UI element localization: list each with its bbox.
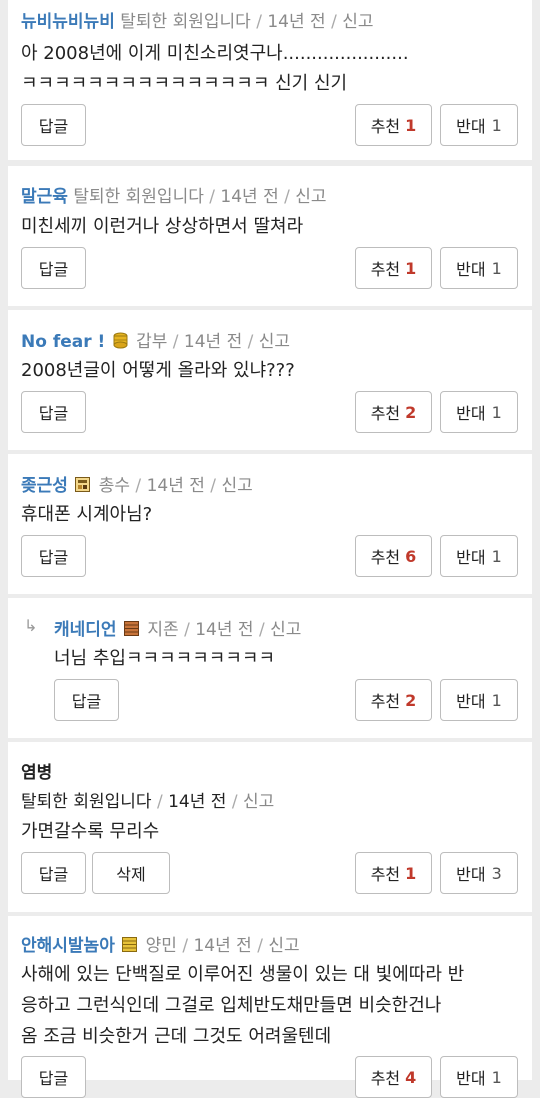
author-grade: 탈퇴한 회원입니다 <box>73 187 204 207</box>
reply-button[interactable]: 답글 <box>21 104 86 146</box>
comment-meta: 캐네디언 지존 / 14년 전 / 신고 <box>54 620 302 640</box>
reply-arrow-icon: ↳ <box>24 616 38 635</box>
comment-text-line: 휴대폰 시계아님? <box>21 504 153 525</box>
report-link[interactable]: 신고 <box>270 620 301 640</box>
comment-item: 염병 탈퇴한 회원입니다 / 14년 전 / 신고 가면갈수록 무리수 답글 삭… <box>8 742 532 912</box>
upvote-count: 1 <box>405 863 417 883</box>
comment-time: 14년 전 <box>220 187 279 207</box>
upvote-button[interactable]: 추천 2 <box>355 391 432 433</box>
comment-text-line: 아 2008년에 이게 미친소리엿구나.....................… <box>21 43 409 64</box>
comment-meta: 안해시발놈아 양민 / 14년 전 / 신고 <box>21 936 300 956</box>
comment-text-line: 미친세끼 이런거나 상상하면서 딸쳐라 <box>21 216 304 237</box>
reply-button[interactable]: 답글 <box>21 535 86 577</box>
downvote-count: 1 <box>491 546 502 566</box>
downvote-button[interactable]: 반대 1 <box>440 535 518 577</box>
comment-meta: 말근육 탈퇴한 회원입니다 / 14년 전 / 신고 <box>21 187 327 207</box>
comment-text-line: 응하고 그런식인데 그걸로 입체반도채만들면 비슷한건나 <box>21 995 442 1016</box>
comment-time: 14년 전 <box>193 936 252 956</box>
comment-author[interactable]: 뉴비뉴비뉴비 <box>21 12 115 32</box>
delete-button[interactable]: 삭제 <box>92 852 170 894</box>
reply-button[interactable]: 답글 <box>54 679 119 721</box>
gold-bars-icon <box>122 937 138 952</box>
upvote-count: 1 <box>405 115 417 135</box>
upvote-button[interactable]: 추천 6 <box>355 535 432 577</box>
comment-text-line: 사해에 있는 단백질로 이루어진 생물이 있는 대 빛에따라 반 <box>21 964 465 985</box>
comment-meta: 뉴비뉴비뉴비 탈퇴한 회원입니다 / 14년 전 / 신고 <box>21 12 374 32</box>
reply-button[interactable]: 답글 <box>21 247 86 289</box>
comment-text-line: ㅋㅋㅋㅋㅋㅋㅋㅋㅋㅋㅋㅋㅋㅋㅋ 신기 신기 <box>21 73 348 94</box>
report-link[interactable]: 신고 <box>295 187 326 207</box>
downvote-button[interactable]: 반대 1 <box>440 247 518 289</box>
reply-button[interactable]: 답글 <box>21 391 86 433</box>
comment-item: 뉴비뉴비뉴비 탈퇴한 회원입니다 / 14년 전 / 신고 아 2008년에 이… <box>8 0 532 160</box>
comment-item: 안해시발놈아 양민 / 14년 전 / 신고 사해에 있는 단백질로 이루어진 … <box>8 916 532 1098</box>
author-grade: 총수 <box>98 476 131 496</box>
author-grade: 지존 <box>147 620 179 640</box>
comment-time: 14년 전 <box>183 332 243 352</box>
comment-author: 염병 <box>21 763 53 783</box>
comment-author[interactable]: No fear ! <box>21 332 105 352</box>
comment-author-row: 염병 <box>21 758 52 783</box>
comment-author[interactable]: 말근육 <box>21 187 68 207</box>
report-link[interactable]: 신고 <box>268 936 299 956</box>
upvote-button[interactable]: 추천 1 <box>355 247 432 289</box>
boss-badge-icon <box>75 477 91 492</box>
author-grade: 탈퇴한 회원입니다 <box>21 792 152 812</box>
comment-author[interactable]: 좆근성 <box>21 476 68 496</box>
brick-badge-icon <box>123 621 139 636</box>
upvote-count: 2 <box>405 690 417 710</box>
reply-button[interactable]: 답글 <box>21 1056 86 1098</box>
comment-time: 14년 전 <box>146 476 205 496</box>
downvote-button[interactable]: 반대 1 <box>440 104 518 146</box>
comment-text-line: 너님 추입ㅋㅋㅋㅋㅋㅋㅋㅋㅋ <box>54 648 276 669</box>
upvote-count: 6 <box>405 546 417 566</box>
comment-text-line: 2008년글이 어떻게 올라와 있냐??? <box>21 360 295 381</box>
report-link[interactable]: 신고 <box>243 792 274 812</box>
upvote-button[interactable]: 추천 2 <box>355 679 432 721</box>
comment-time: 14년 전 <box>195 620 254 640</box>
report-link[interactable]: 신고 <box>342 12 373 32</box>
author-grade: 탈퇴한 회원입니다 <box>120 12 251 32</box>
downvote-count: 1 <box>491 1067 502 1087</box>
downvote-button[interactable]: 반대 1 <box>440 679 518 721</box>
downvote-count: 1 <box>491 115 502 135</box>
comment-text-line: 옴 조금 비슷한거 근데 그것도 어려울텐데 <box>21 1026 332 1047</box>
upvote-count: 4 <box>405 1067 417 1087</box>
comment-item: No fear ! 갑부 / 14년 전 / 신고 2008년글이 어떻게 올라… <box>8 310 532 450</box>
comment-meta: 탈퇴한 회원입니다 / 14년 전 / 신고 <box>21 792 275 812</box>
comment-time: 14년 전 <box>267 12 326 32</box>
report-link[interactable]: 신고 <box>221 476 252 496</box>
comment-meta: 좆근성 총수 / 14년 전 / 신고 <box>21 476 253 496</box>
author-grade: 갑부 <box>136 332 168 352</box>
upvote-count: 1 <box>405 258 417 278</box>
coin-stack-icon <box>113 332 128 349</box>
report-link[interactable]: 신고 <box>259 332 290 352</box>
downvote-count: 1 <box>491 258 502 278</box>
upvote-button[interactable]: 추천 1 <box>355 104 432 146</box>
downvote-button[interactable]: 반대 1 <box>440 391 518 433</box>
downvote-count: 1 <box>491 690 502 710</box>
upvote-count: 2 <box>405 402 417 422</box>
comment-author[interactable]: 안해시발놈아 <box>21 936 115 956</box>
reply-comment-item: ↳ 캐네디언 지존 / 14년 전 / 신고 너님 추입ㅋㅋㅋㅋㅋㅋㅋㅋㅋ 답글… <box>8 598 532 738</box>
comment-meta: No fear ! 갑부 / 14년 전 / 신고 <box>21 332 291 352</box>
comment-author[interactable]: 캐네디언 <box>54 620 117 640</box>
reply-button[interactable]: 답글 <box>21 852 86 894</box>
comment-text-line: 가면갈수록 무리수 <box>21 821 160 842</box>
comment-time: 14년 전 <box>168 792 227 812</box>
downvote-count: 1 <box>491 402 502 422</box>
comment-item: 좆근성 총수 / 14년 전 / 신고 휴대폰 시계아님? 답글 추천 6 반대 1 <box>8 454 532 594</box>
downvote-button[interactable]: 반대 3 <box>440 852 518 894</box>
comment-item: 말근육 탈퇴한 회원입니다 / 14년 전 / 신고 미친세끼 이런거나 상상하… <box>8 166 532 306</box>
downvote-button[interactable]: 반대 1 <box>440 1056 518 1098</box>
upvote-button[interactable]: 추천 1 <box>355 852 432 894</box>
upvote-button[interactable]: 추천 4 <box>355 1056 432 1098</box>
comment-list: 뉴비뉴비뉴비 탈퇴한 회원입니다 / 14년 전 / 신고 아 2008년에 이… <box>0 0 540 1098</box>
author-grade: 양민 <box>145 936 177 956</box>
downvote-count: 3 <box>491 863 502 883</box>
